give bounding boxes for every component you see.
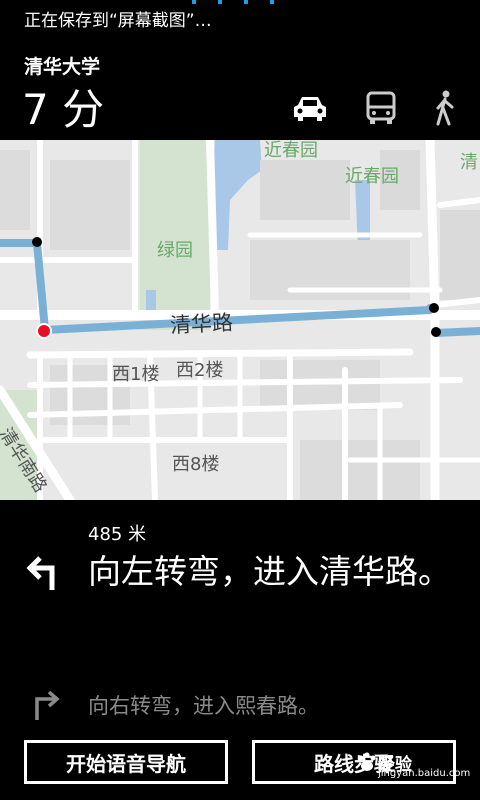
status-bar: 正在保存到“屏幕截图”… [0,0,480,32]
map-label-jinchunyuan-top: 近春园 [264,140,318,161]
start-voice-navigation-button[interactable]: 开始语音导航 [24,740,228,784]
bus-mode-button[interactable] [364,88,398,128]
map-label-qing: 清 [460,152,478,173]
watermark: 经验 jingyan.baidu.com [356,744,470,784]
map-view[interactable]: 近春园 近春园 清 绿园 清华路 西1楼 西2楼 西8楼 清华南路 [0,140,480,500]
map-label-xi2: 西2楼 [176,360,224,381]
turn-instruction: 向左转弯，进入清华路。 [88,552,451,591]
car-mode-button[interactable] [290,88,330,128]
map-label-xi1: 西1楼 [112,364,160,385]
status-text: 正在保存到“屏幕截图”… [24,11,212,31]
next-instruction: 向右转弯，进入熙春路。 [88,694,319,718]
car-icon [294,97,326,121]
walk-icon [436,90,454,126]
eta-label: 7 分 [22,85,105,134]
map-label-jinchunyuan: 近春园 [345,166,399,187]
walk-mode-button[interactable] [432,88,458,128]
map-label-xi8: 西8楼 [172,454,220,475]
watermark-sub: jingyan.baidu.com [378,768,471,779]
bus-icon [366,91,396,124]
map-graphic [0,140,480,500]
map-label-lvyuan: 绿园 [157,240,193,261]
destination-title: 清华大学 [24,56,101,78]
paw-icon [358,752,376,771]
map-label-road: 清华路 [169,310,234,338]
progress-dots [190,0,280,4]
turn-right-icon [35,690,60,720]
distance-label: 485 米 [88,524,147,545]
turn-left-icon [26,556,55,590]
